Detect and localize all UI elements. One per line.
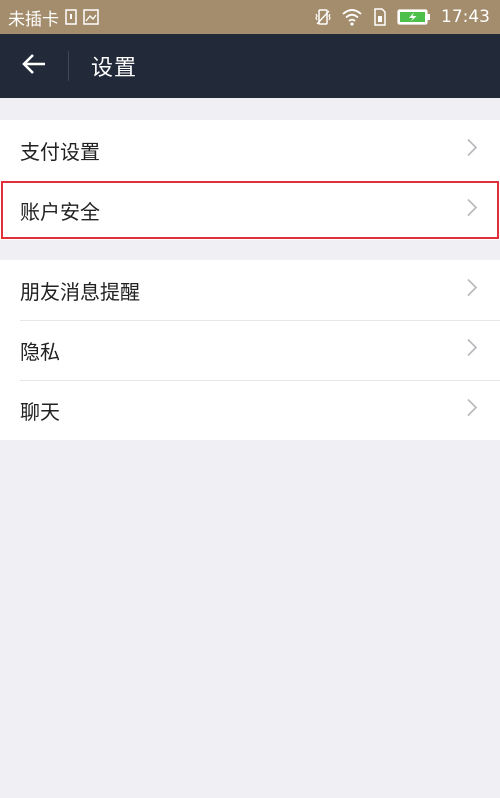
settings-item-payment[interactable]: 支付设置 [0, 120, 500, 180]
settings-item-label: 账户安全 [20, 199, 100, 224]
wifi-icon [341, 8, 363, 26]
settings-item-label: 聊天 [20, 399, 60, 424]
back-arrow-icon[interactable] [21, 53, 47, 79]
chevron-right-icon [466, 398, 478, 423]
chevron-right-icon [466, 338, 478, 363]
chevron-right-icon [466, 198, 478, 223]
settings-item-label: 隐私 [20, 339, 60, 364]
settings-item-friend-notifications[interactable]: 朋友消息提醒 [0, 260, 500, 320]
chevron-right-icon [466, 278, 478, 303]
page-title: 设置 [91, 56, 138, 81]
carrier-text: 未插卡 [8, 9, 59, 30]
settings-group-2: 朋友消息提醒 隐私 聊天 [0, 260, 500, 440]
sim-icon [65, 9, 77, 25]
image-icon [83, 9, 99, 25]
chevron-right-icon [466, 138, 478, 163]
settings-item-privacy[interactable]: 隐私 [0, 320, 500, 380]
settings-group-1: 支付设置 账户安全 [0, 120, 500, 240]
settings-item-account-security[interactable]: 账户安全 [0, 180, 500, 240]
settings-item-label: 朋友消息提醒 [20, 279, 140, 304]
header-divider [68, 51, 69, 81]
status-bar: 未插卡 17:43 [0, 0, 500, 34]
clock-text: 17:43 [441, 7, 490, 27]
back-button[interactable] [0, 34, 68, 98]
settings-item-label: 支付设置 [20, 139, 100, 164]
settings-item-chat[interactable]: 聊天 [0, 380, 500, 440]
battery-charging-icon [397, 9, 431, 25]
sim-card-icon [373, 8, 387, 26]
vibrate-icon [315, 8, 331, 26]
app-header: 设置 [0, 34, 500, 98]
